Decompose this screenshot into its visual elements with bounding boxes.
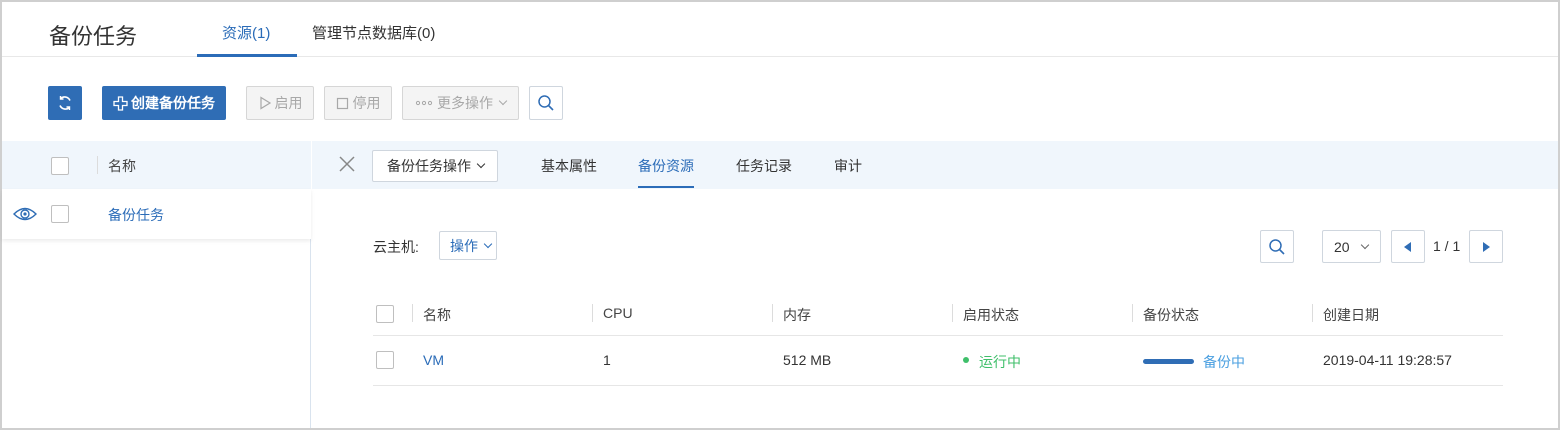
chevron-down-icon (483, 239, 493, 248)
column-divider (97, 156, 98, 174)
cpu-value: 1 (603, 352, 611, 368)
page-title: 备份任务 (49, 24, 138, 49)
prev-page-button[interactable] (1391, 230, 1425, 263)
memory-value: 512 MB (783, 352, 832, 368)
task-list-header: 名称 (2, 141, 311, 189)
vm-name-link[interactable]: VM (423, 352, 444, 368)
play-icon (259, 96, 271, 110)
table-select-all-checkbox[interactable] (376, 305, 394, 323)
more-actions-button[interactable]: 更多操作 (402, 86, 519, 120)
column-header-enable-state: 启用状态 (963, 307, 1019, 323)
column-divider (592, 304, 593, 322)
create-label: 创建备份任务 (131, 95, 215, 111)
pagination-text: 1 / 1 (1433, 238, 1461, 254)
page-size-value: 20 (1334, 238, 1350, 255)
table-search-button[interactable] (1260, 230, 1294, 263)
column-header-created-date: 创建日期 (1323, 307, 1379, 323)
row-checkbox[interactable] (376, 351, 394, 369)
column-header-backup-state: 备份状态 (1143, 307, 1199, 323)
select-all-checkbox[interactable] (51, 157, 69, 175)
task-name-link[interactable]: 备份任务 (108, 205, 164, 225)
column-header-cpu: CPU (603, 305, 633, 321)
vm-label: 云主机: (373, 239, 419, 255)
table-header-divider (373, 335, 1503, 336)
task-operations-label: 备份任务操作 (387, 158, 471, 174)
search-icon (538, 95, 554, 111)
chevron-down-icon (476, 159, 486, 169)
more-actions-label: 更多操作 (437, 95, 493, 111)
column-divider (772, 304, 773, 322)
active-detail-tab-indicator (638, 186, 694, 188)
task-list-panel: 名称 备份任务 (2, 141, 311, 428)
table-row-divider (373, 385, 1503, 386)
caret-right-icon (1483, 241, 1490, 252)
column-name-header: 名称 (108, 158, 136, 174)
created-date-value: 2019-04-11 19:28:57 (1323, 352, 1452, 368)
create-backup-task-button[interactable]: 创建备份任务 (102, 86, 226, 120)
column-divider (1132, 304, 1133, 322)
caret-left-icon (1404, 241, 1411, 252)
refresh-button[interactable] (48, 86, 82, 120)
refresh-icon (59, 96, 71, 110)
column-divider (412, 304, 413, 322)
tab-backup-resources[interactable]: 备份资源 (638, 156, 694, 176)
backup-progress-bar (1143, 359, 1194, 364)
page-header: 备份任务 资源(1) 管理节点数据库(0) (2, 2, 1558, 57)
page-size-select[interactable]: 20 (1322, 230, 1381, 263)
more-dots-icon (415, 100, 433, 106)
column-header-memory: 内存 (783, 307, 811, 323)
chevron-down-icon (498, 96, 508, 106)
running-status-dot (963, 357, 969, 363)
eye-icon[interactable] (13, 206, 37, 222)
vm-operations-dropdown[interactable]: 操作 (439, 231, 497, 260)
disable-label: 停用 (352, 95, 381, 111)
search-icon (1269, 238, 1285, 255)
tab-basic-properties[interactable]: 基本属性 (541, 156, 597, 176)
tab-task-records[interactable]: 任务记录 (736, 156, 792, 176)
active-tab-indicator (197, 54, 297, 57)
column-header-name: 名称 (423, 307, 451, 323)
next-page-button[interactable] (1469, 230, 1503, 263)
column-divider (1312, 304, 1313, 322)
enable-state-value: 运行中 (979, 354, 1021, 370)
disable-button[interactable]: 停用 (324, 86, 392, 120)
stop-icon (336, 97, 348, 109)
tab-management-node-db[interactable]: 管理节点数据库(0) (312, 22, 435, 43)
column-divider (952, 304, 953, 322)
backup-state-value: 备份中 (1203, 354, 1245, 370)
detail-header: 备份任务操作 基本属性 备份资源 任务记录 审计 (312, 141, 1558, 189)
plus-icon (113, 95, 128, 111)
task-operations-dropdown[interactable]: 备份任务操作 (372, 150, 498, 182)
tab-audit[interactable]: 审计 (834, 156, 862, 176)
row-checkbox[interactable] (51, 205, 69, 223)
enable-label: 启用 (274, 95, 303, 111)
search-button[interactable] (529, 86, 563, 120)
close-icon[interactable] (337, 154, 357, 174)
tab-resources[interactable]: 资源(1) (222, 22, 270, 43)
vm-operations-label: 操作 (450, 237, 478, 254)
task-list-row[interactable]: 备份任务 (2, 189, 311, 239)
chevron-down-icon (1360, 240, 1369, 249)
enable-button[interactable]: 启用 (246, 86, 314, 120)
